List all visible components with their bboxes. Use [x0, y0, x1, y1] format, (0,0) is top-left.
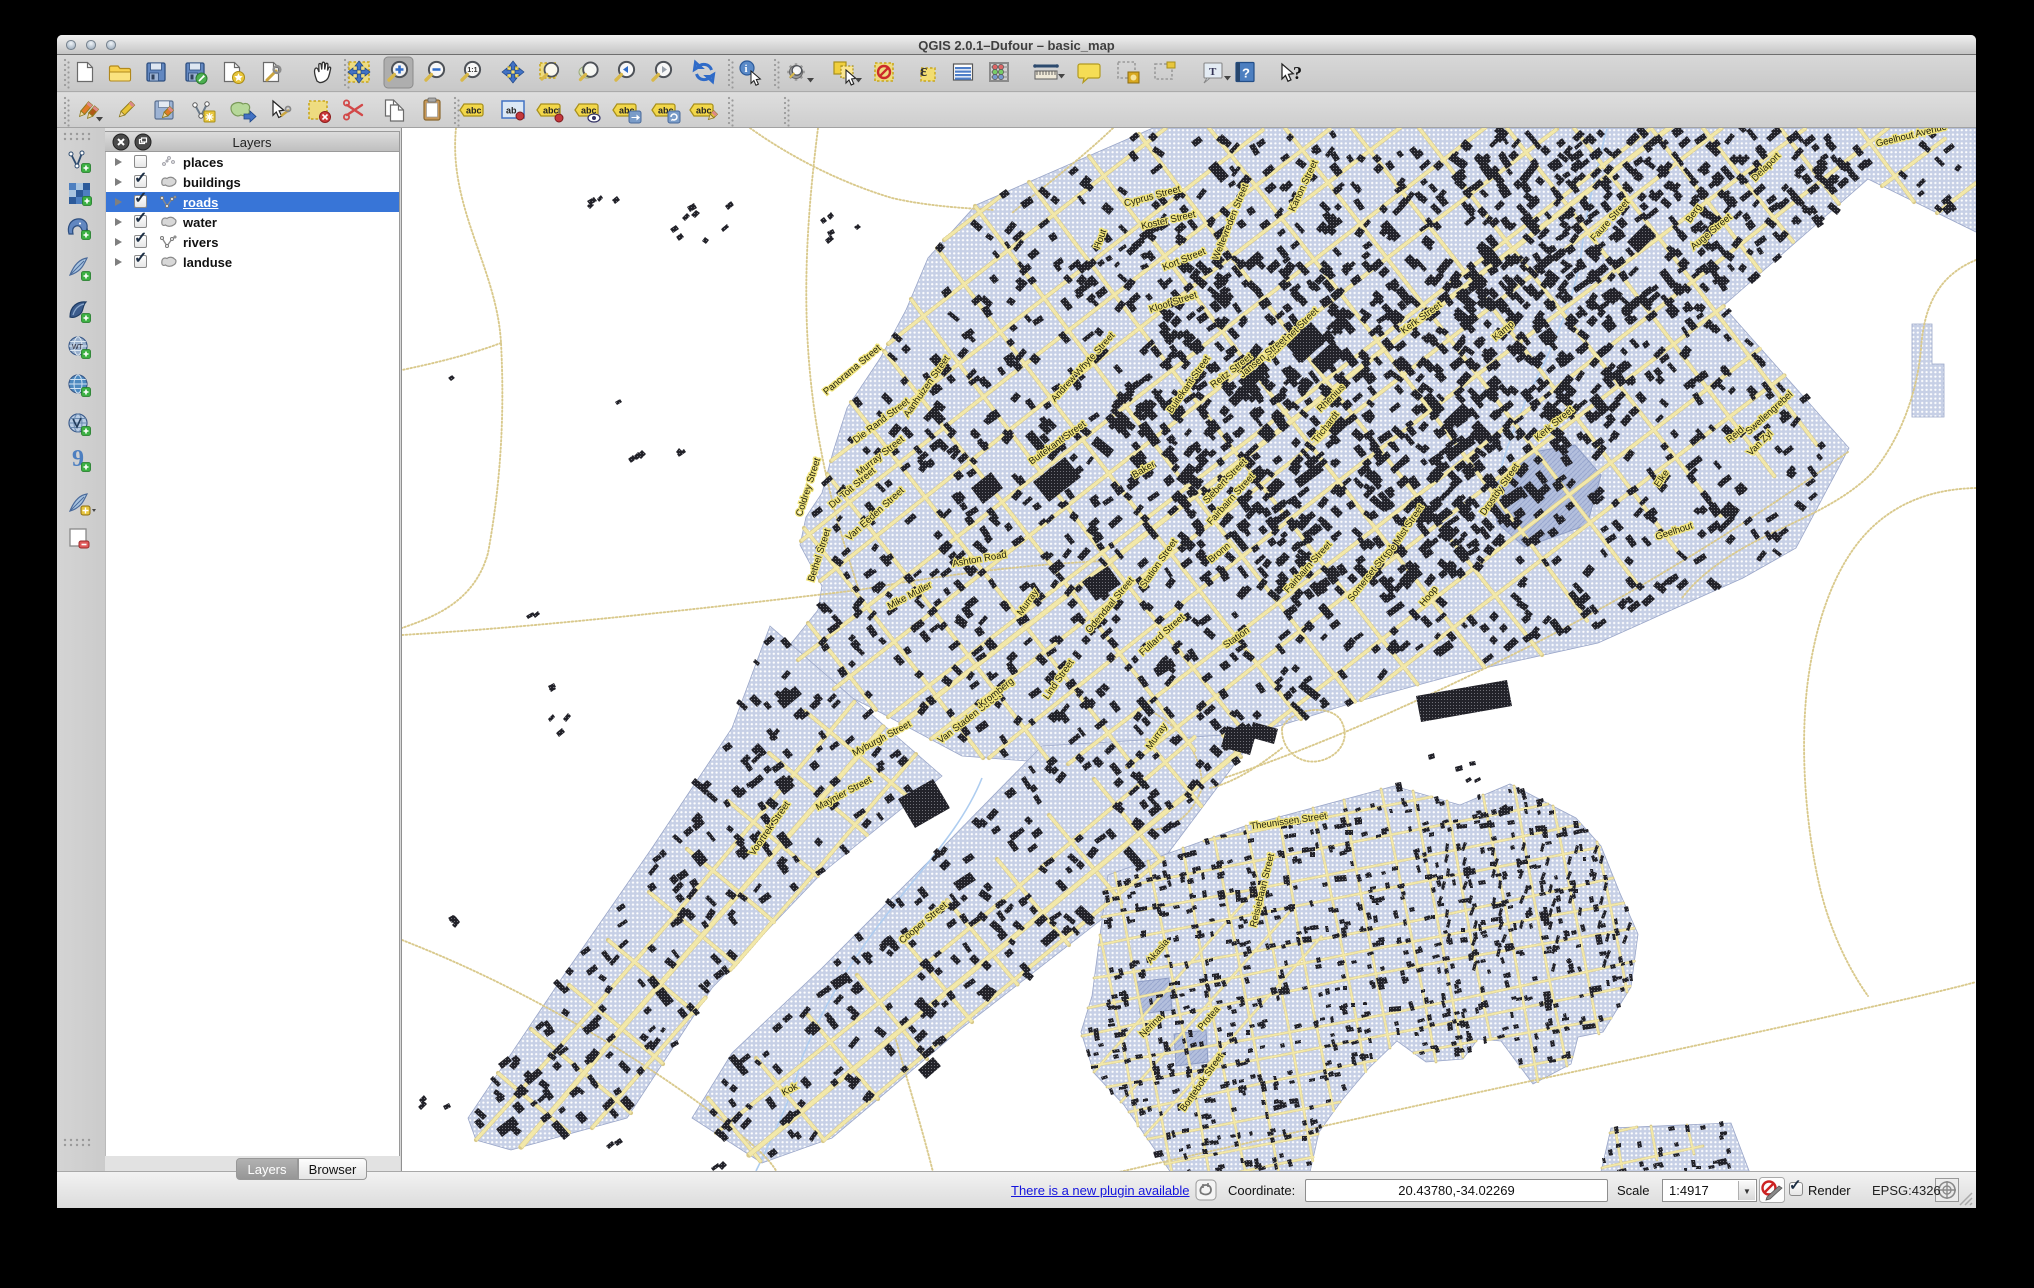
svg-text:?: ?	[1242, 66, 1250, 81]
svg-text:?: ?	[1293, 63, 1302, 83]
svg-text:ε: ε	[920, 61, 927, 80]
svg-text:1:1: 1:1	[467, 67, 477, 74]
svg-text:abc: abc	[466, 106, 482, 116]
svg-text:ab: ab	[506, 106, 517, 116]
svg-text:i: i	[745, 63, 748, 75]
svg-text:abc: abc	[696, 106, 712, 116]
svg-text:T: T	[1209, 66, 1217, 78]
svg-text:abc: abc	[543, 106, 559, 116]
